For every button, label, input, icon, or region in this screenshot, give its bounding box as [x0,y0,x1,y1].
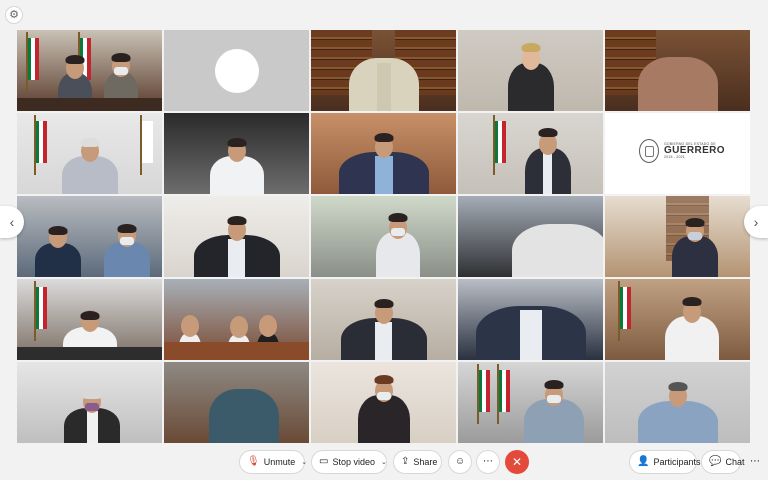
video-tile[interactable] [458,362,603,443]
participants-icon: 👤 [637,456,650,467]
video-tile[interactable] [605,362,750,443]
participant-video [340,298,427,360]
video-tile[interactable] [458,30,603,111]
logo-years: 2015 - 2021 [664,155,685,159]
video-tile[interactable] [164,113,309,194]
chevron-down-icon[interactable]: ⌄ [381,458,387,466]
video-tile[interactable] [17,30,162,111]
participant-video [348,33,419,111]
video-tile-camera-off[interactable] [164,30,309,111]
state-logo: GOBIERNO DEL ESTADO DE GUERRERO 2015 - 2… [639,139,725,163]
participant-video [338,132,429,194]
unmute-button[interactable]: 🎙 Unmute ⌄ [239,450,307,474]
video-camera-icon: ▭ [319,456,329,467]
participants-button[interactable]: 👤 Participants [629,450,701,474]
participant-video [511,199,603,277]
settings-button[interactable]: ⚙ [5,6,23,24]
video-tile[interactable] [458,279,603,360]
video-tile[interactable] [164,279,309,360]
video-tile[interactable] [458,196,603,277]
participant-video [357,373,410,443]
flag [26,32,39,92]
participant-video [104,224,151,277]
chat-button[interactable]: 💬 Chat [701,450,745,474]
share-label: Share [413,457,438,467]
participant-video [193,215,280,277]
reactions-button[interactable]: ☺ [448,450,472,474]
flag [493,115,506,175]
more-menu-button[interactable]: ⋯ [743,450,767,474]
video-tile[interactable] [311,30,456,111]
share-button[interactable]: ⇪ Share [393,450,442,474]
video-tile[interactable] [458,113,603,194]
video-tile[interactable] [605,279,750,360]
video-tile-logo[interactable]: GOBIERNO DEL ESTADO DE GUERRERO 2015 - 2… [605,113,750,194]
flag [34,115,47,175]
video-tile[interactable] [17,362,162,443]
stop-video-label: Stop video [332,457,375,467]
close-icon: ✕ [511,455,523,469]
microphone-muted-icon: 🎙 [247,456,260,467]
more-icon: ⋯ [750,456,760,467]
smiley-icon: ☺ [454,456,466,467]
next-page-button[interactable]: › [744,206,768,238]
meeting-toolbar: 🎙 Unmute ⌄ ▭ Stop video ⌄ ⇪ Share ☺ ⋯ ✕ … [0,444,768,480]
video-tile[interactable] [17,279,162,360]
participant-video [209,137,264,194]
participant-video [64,390,121,443]
video-tile[interactable] [311,196,456,277]
unmute-label: Unmute [263,457,296,467]
flag [618,281,631,341]
video-tile[interactable] [164,362,309,443]
chat-label: Chat [725,457,745,467]
participant-video [507,41,554,111]
video-tile[interactable] [605,30,750,111]
flag [140,115,153,175]
video-tile[interactable] [605,196,750,277]
participant-video [61,137,118,194]
avatar [214,48,259,93]
chevron-down-icon[interactable]: ⌄ [301,458,307,466]
seal-icon [639,139,659,163]
participants-label: Participants [653,457,701,467]
participant-video [376,211,420,277]
stop-video-button[interactable]: ▭ Stop video ⌄ [311,450,387,474]
gear-icon: ⚙ [9,9,19,21]
more-icon: ⋯ [483,456,493,467]
participant-video [671,217,718,277]
more-options-button[interactable]: ⋯ [476,450,500,474]
participant-video [637,31,718,111]
video-tile[interactable] [311,113,456,194]
end-call-button[interactable]: ✕ [505,450,529,474]
participant-video [637,381,718,443]
video-tile[interactable] [164,196,309,277]
video-tile[interactable] [311,279,456,360]
participant-video [208,363,279,443]
share-screen-icon: ⇪ [401,456,410,467]
video-tile[interactable] [311,362,456,443]
chevron-right-icon: › [753,214,759,230]
participant-video [665,296,719,360]
flag [497,364,510,424]
participant-video [524,126,571,194]
video-tile[interactable] [17,113,162,194]
video-tile[interactable] [17,196,162,277]
chat-bubble-icon: 💬 [709,456,722,467]
participant-video [34,226,81,277]
video-grid: GOBIERNO DEL ESTADO DE GUERRERO 2015 - 2… [17,30,751,443]
chevron-left-icon: ‹ [9,214,15,230]
flag [34,281,47,341]
participant-video [523,379,584,443]
participant-video [475,280,586,360]
flag [477,364,490,424]
